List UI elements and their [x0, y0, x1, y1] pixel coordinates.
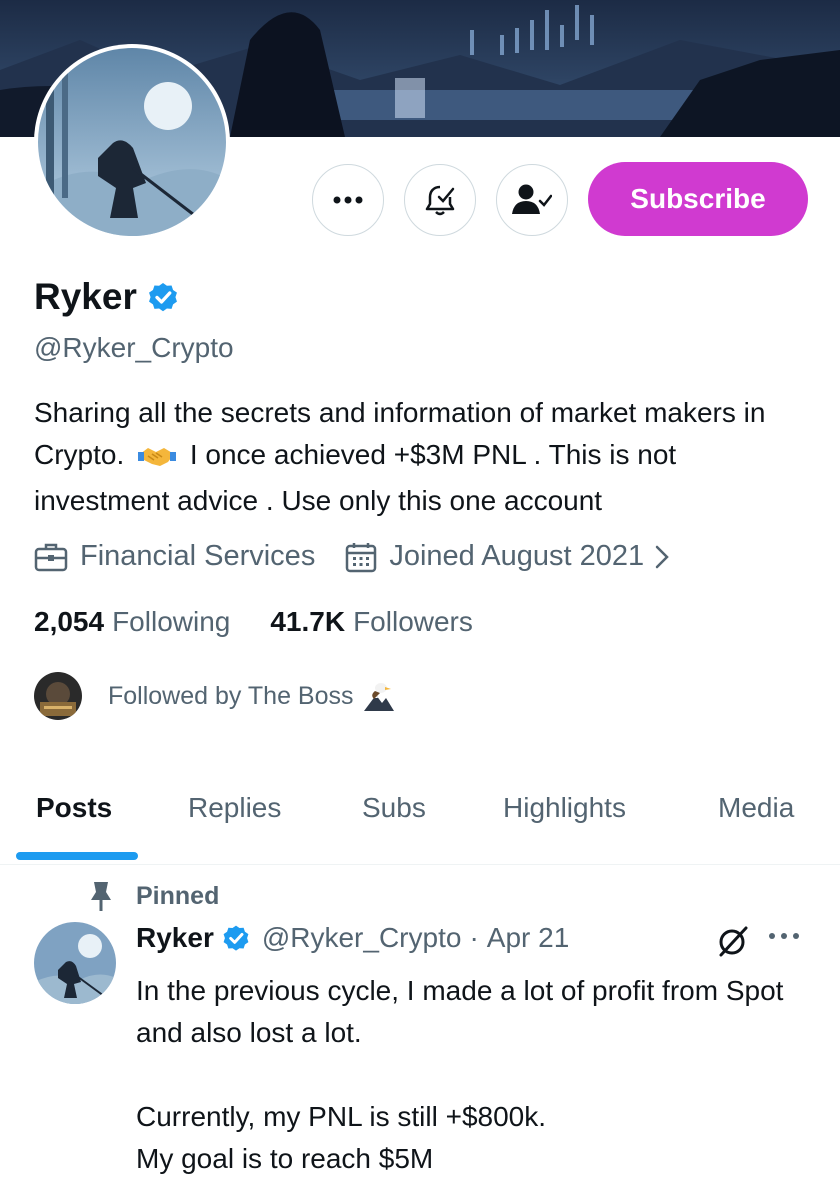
- followers-label: Followers: [353, 606, 473, 637]
- profile-avatar[interactable]: [34, 44, 230, 240]
- joined-label: Joined August 2021: [389, 540, 645, 572]
- grok-icon[interactable]: [716, 924, 750, 963]
- joined-date[interactable]: Joined August 2021: [345, 540, 682, 573]
- tab-subs[interactable]: Subs: [362, 792, 426, 824]
- following-button[interactable]: [496, 164, 568, 236]
- pinned-indicator: Pinned: [90, 880, 219, 912]
- post-header: Ryker @Ryker_Crypto · Apr 21: [136, 922, 569, 954]
- tab-posts[interactable]: Posts: [36, 792, 112, 824]
- chevron-right-icon: [655, 545, 669, 568]
- profile-handle: @Ryker_Crypto: [34, 332, 234, 363]
- followers-stat[interactable]: 41.7K Followers: [270, 606, 473, 638]
- profile-bio: Sharing all the secrets and information …: [34, 392, 814, 522]
- calendar-icon: [346, 542, 377, 572]
- following-stat[interactable]: 2,054 Following: [34, 606, 230, 638]
- tab-media[interactable]: Media: [718, 792, 794, 824]
- pin-icon: [91, 882, 111, 911]
- more-options-button[interactable]: [312, 164, 384, 236]
- follower-avatar: [34, 672, 82, 720]
- profile-name: Ryker: [34, 276, 137, 317]
- subscribe-button[interactable]: Subscribe: [588, 162, 808, 236]
- post-author-handle[interactable]: @Ryker_Crypto: [262, 922, 462, 954]
- profile-meta-row: Financial Services Joined August 2021: [34, 540, 682, 573]
- tab-highlights[interactable]: Highlights: [503, 792, 626, 824]
- briefcase-icon: [34, 543, 68, 571]
- eagle-mountain-icon: [363, 681, 394, 711]
- profile-stats: 2,054 Following 41.7K Followers: [34, 606, 473, 638]
- post-separator: ·: [469, 922, 479, 953]
- more-horizontal-icon: [333, 196, 363, 204]
- pinned-label: Pinned: [136, 881, 220, 910]
- tab-replies[interactable]: Replies: [188, 792, 281, 824]
- handshake-icon: [138, 438, 177, 480]
- post-date[interactable]: Apr 21: [487, 922, 570, 954]
- following-count: 2,054: [34, 606, 105, 637]
- active-tab-indicator: [16, 852, 138, 860]
- bio-text-2: I once achieved +$3M PNL . This is not i…: [34, 439, 677, 516]
- post-author-avatar[interactable]: [34, 922, 116, 1004]
- following-label: Following: [112, 606, 231, 637]
- post-text: In the previous cycle, I made a lot of p…: [136, 975, 784, 1174]
- followers-count: 41.7K: [270, 606, 346, 637]
- post-more-icon[interactable]: [768, 928, 800, 946]
- profile-tabs: Posts Replies Subs Highlights Media: [0, 778, 840, 865]
- profile-category: Financial Services: [34, 540, 315, 573]
- category-label: Financial Services: [80, 540, 316, 572]
- bell-check-icon: [425, 185, 455, 216]
- post-author-name[interactable]: Ryker: [136, 922, 214, 954]
- notifications-button[interactable]: [404, 164, 476, 236]
- followed-by-text: Followed by The Boss: [108, 681, 354, 710]
- post-verified-badge-icon: [220, 922, 252, 954]
- user-check-icon: [512, 184, 552, 214]
- followed-by-row[interactable]: Followed by The Boss: [34, 672, 394, 720]
- verified-badge-icon[interactable]: [145, 279, 181, 315]
- profile-name-row: Ryker: [34, 276, 181, 318]
